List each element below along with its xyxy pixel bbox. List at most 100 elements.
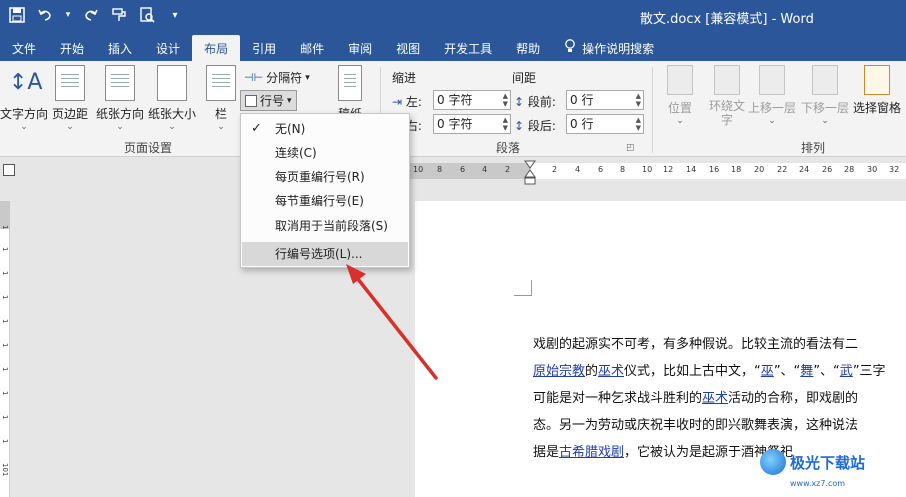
chevron-down-icon: ⌄ bbox=[168, 122, 176, 132]
document-line[interactable]: 可能是对一种乞求战斗胜利的巫术活动的合称，即戏剧的 bbox=[533, 385, 906, 412]
hyperlink[interactable]: 古希腊戏剧 bbox=[559, 445, 624, 460]
indent-right-input[interactable]: 0 字符 ▲ ▼ bbox=[433, 114, 511, 134]
menu-item-continuous[interactable]: 连续(C) bbox=[242, 141, 408, 165]
tab-developer[interactable]: 开发工具 bbox=[432, 35, 504, 61]
indent-left-input[interactable]: 0 字符 ▲ ▼ bbox=[433, 90, 511, 110]
hyperlink[interactable]: 巫术 bbox=[598, 364, 624, 379]
tab-review[interactable]: 审阅 bbox=[336, 35, 384, 61]
chevron-down-icon: ⌄ bbox=[821, 116, 829, 126]
text-direction-label: 文字方向 bbox=[0, 107, 49, 121]
hyperlink[interactable]: 武 bbox=[840, 364, 853, 379]
spinner-icon[interactable]: ▲ ▼ bbox=[636, 92, 641, 108]
line-numbers-button[interactable]: 行号 ▾ bbox=[240, 90, 297, 111]
tab-file[interactable]: 文件 bbox=[0, 35, 48, 61]
selection-pane-button[interactable]: 选择窗格 bbox=[853, 65, 901, 116]
ruler-number: 1 bbox=[1, 225, 9, 230]
spinner-icon[interactable]: ▲ ▼ bbox=[636, 116, 641, 132]
wrap-text-button[interactable]: 环绕文字 bbox=[705, 65, 749, 127]
tab-help[interactable]: 帮助 bbox=[504, 35, 552, 61]
spinner-icon[interactable]: ▲ ▼ bbox=[503, 116, 508, 132]
ruler-number: 6 bbox=[598, 165, 604, 174]
undo-dropdown-icon[interactable]: ▾ bbox=[64, 6, 72, 24]
send-backward-button[interactable]: 下移一层 ⌄ bbox=[801, 65, 849, 126]
ribbon-tabs: 文件 开始 插入 设计 布局 引用 邮件 审阅 视图 开发工具 帮助 操作说明搜… bbox=[0, 33, 906, 61]
redo-icon[interactable] bbox=[82, 6, 100, 24]
tab-design[interactable]: 设计 bbox=[144, 35, 192, 61]
quick-access-toolbar: ▾ ▾ bbox=[8, 6, 184, 24]
watermark: 极光下载站 www.xz7.com bbox=[760, 449, 866, 488]
space-before-label: ↕ 段前: bbox=[514, 95, 556, 109]
tab-mailings[interactable]: 邮件 bbox=[288, 35, 336, 61]
text-direction-button[interactable]: ↕A 文字方向 ⌄ bbox=[0, 65, 48, 132]
margins-button[interactable]: 页边距 ⌄ bbox=[52, 65, 88, 132]
document-line[interactable]: 原始宗教的巫术仪式，比如上古中文，“巫”、“舞”、“武”三字 bbox=[533, 358, 906, 385]
space-before-input[interactable]: 0 行 ▲ ▼ bbox=[566, 90, 644, 110]
vertical-ruler[interactable]: 1 1 1 1 1 1 1 1 1 1 101 bbox=[0, 201, 10, 497]
send-backward-label: 下移一层 bbox=[801, 101, 850, 115]
send-backward-icon bbox=[812, 65, 838, 95]
space-after-icon: ↕ bbox=[514, 119, 525, 133]
selection-pane-label: 选择窗格 bbox=[853, 101, 902, 115]
size-button[interactable]: 纸张大小 ⌄ bbox=[148, 65, 196, 132]
ruler-number: 4 bbox=[575, 165, 581, 174]
bring-forward-label: 上移一层 bbox=[748, 101, 797, 115]
lightbulb-icon bbox=[564, 39, 576, 57]
tab-home[interactable]: 开始 bbox=[48, 35, 96, 61]
document-text: ”、“ bbox=[813, 364, 840, 379]
tab-selector-icon[interactable] bbox=[3, 164, 15, 176]
spinner-icon[interactable]: ▲ ▼ bbox=[503, 92, 508, 108]
menu-item-restart-each-page[interactable]: 每页重编行号(R) bbox=[242, 165, 408, 189]
chevron-down-icon: ⌄ bbox=[768, 116, 776, 126]
print-preview-icon[interactable] bbox=[138, 6, 156, 24]
position-label: 位置 bbox=[667, 101, 692, 115]
undo-icon[interactable] bbox=[36, 6, 54, 24]
document-body[interactable]: 戏剧的起源实不可考，有多种假说。比较主流的看法有二 原始宗教的巫术仪式，比如上古中… bbox=[533, 331, 906, 466]
ruler-number: 20 bbox=[754, 165, 765, 174]
ruler-number: 12 bbox=[663, 165, 674, 174]
ruler-margin bbox=[410, 163, 530, 179]
document-line[interactable]: 态。另一为劳动或庆祝丰收时的即兴歌舞表演，这种说法 bbox=[533, 412, 906, 439]
hyperlink[interactable]: 巫 bbox=[761, 364, 774, 379]
ruler-number: 2 bbox=[552, 165, 558, 174]
columns-button[interactable]: 栏 ⌄ bbox=[206, 65, 236, 132]
bring-forward-button[interactable]: 上移一层 ⌄ bbox=[748, 65, 796, 126]
position-button[interactable]: 位置 ⌄ bbox=[667, 65, 693, 126]
watermark-name: 极光下载站 bbox=[790, 453, 866, 472]
checkmark-icon: ✓ bbox=[251, 121, 262, 136]
save-icon[interactable] bbox=[8, 6, 26, 24]
watermark-url: www.xz7.com bbox=[790, 479, 846, 488]
hyperlink[interactable]: 巫术 bbox=[702, 391, 728, 406]
indent-marker-icon[interactable] bbox=[524, 160, 536, 186]
ruler-number: 6 bbox=[460, 165, 466, 174]
ruler-number: 14 bbox=[686, 165, 697, 174]
format-painter-icon[interactable] bbox=[110, 6, 128, 24]
menu-item-restart-each-section[interactable]: 每节重编行号(E) bbox=[242, 189, 408, 213]
tab-view[interactable]: 视图 bbox=[384, 35, 432, 61]
document-line[interactable]: 戏剧的起源实不可考，有多种假说。比较主流的看法有二 bbox=[533, 331, 906, 358]
orientation-label: 纸张方向 bbox=[96, 107, 145, 121]
tell-me-search[interactable]: 操作说明搜索 bbox=[552, 35, 666, 61]
ruler-number: 8 bbox=[620, 165, 626, 174]
paragraph-dialog-launcher-icon[interactable]: ◰ bbox=[626, 143, 635, 153]
text-direction-icon: ↕A bbox=[9, 70, 43, 95]
wrap-text-label: 环绕文字 bbox=[708, 99, 745, 127]
breaks-button[interactable]: ⊣⊢ 分隔符 ▾ bbox=[244, 69, 310, 86]
tab-insert[interactable]: 插入 bbox=[96, 35, 144, 61]
space-after-input[interactable]: 0 行 ▲ ▼ bbox=[566, 114, 644, 134]
tab-layout[interactable]: 布局 bbox=[192, 35, 241, 61]
ruler-number: 1 bbox=[1, 295, 9, 300]
selection-pane-icon bbox=[864, 65, 890, 95]
tab-references[interactable]: 引用 bbox=[240, 35, 288, 61]
menu-item-none[interactable]: ✓ 无(N) bbox=[242, 117, 408, 141]
menu-item-suppress-current-paragraph[interactable]: 取消用于当前段落(S) bbox=[242, 214, 408, 238]
horizontal-ruler[interactable]: 10 8 6 4 2 2 4 6 8 10 12 14 16 18 20 22 … bbox=[410, 163, 906, 179]
ruler-number: 1 bbox=[1, 343, 9, 348]
hyperlink[interactable]: 原始宗教 bbox=[533, 364, 585, 379]
orientation-button[interactable]: 纸张方向 ⌄ bbox=[96, 65, 144, 132]
space-before-icon: ↕ bbox=[514, 95, 525, 109]
ruler-number: 1 bbox=[1, 247, 9, 252]
tell-me-label: 操作说明搜索 bbox=[582, 41, 655, 56]
title-bar: ▾ ▾ 散文.docx [兼容模式] - Word bbox=[0, 0, 906, 33]
hyperlink[interactable]: 舞 bbox=[800, 364, 813, 379]
customize-qat-icon[interactable]: ▾ bbox=[166, 6, 184, 24]
